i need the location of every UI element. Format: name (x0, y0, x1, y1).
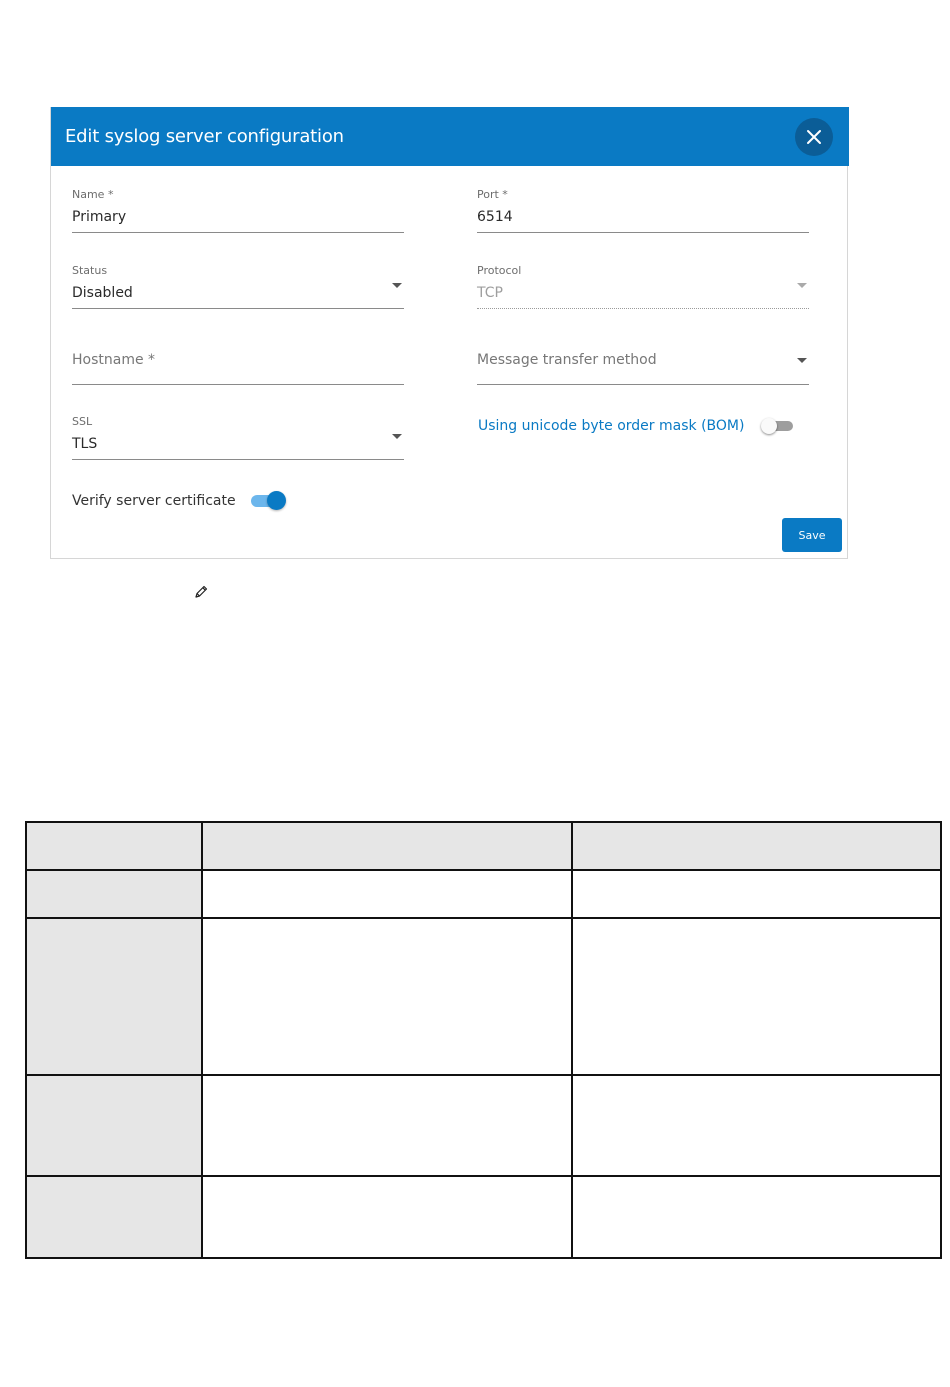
save-button[interactable]: Save (782, 518, 842, 552)
port-value[interactable]: 6514 (477, 208, 513, 226)
status-select[interactable]: Status Disabled (72, 264, 404, 310)
message-transfer-placeholder[interactable]: Message transfer method (477, 351, 657, 369)
close-button[interactable] (795, 118, 833, 156)
protocol-value: TCP (477, 285, 503, 301)
bom-toggle-knob (761, 418, 777, 434)
port-label: Port * (477, 188, 508, 201)
reference-table (25, 821, 942, 1259)
table-cell (201, 1175, 573, 1259)
bom-toggle-label[interactable]: Using unicode byte order mask (BOM) (478, 417, 744, 435)
message-transfer-underline (477, 384, 809, 385)
protocol-label: Protocol (477, 264, 522, 277)
hostname-underline (72, 384, 404, 385)
table-row (25, 1175, 942, 1259)
table-cell (201, 917, 573, 1076)
ssl-chevron-down-icon[interactable] (392, 434, 402, 439)
table-cell (571, 1175, 942, 1259)
table-cell (571, 917, 942, 1076)
table-cell (25, 1175, 203, 1259)
dialog-title: Edit syslog server configuration (65, 126, 344, 147)
ssl-underline (72, 459, 404, 460)
table-cell (201, 869, 573, 919)
protocol-select: Protocol TCP (477, 264, 809, 310)
status-label: Status (72, 264, 108, 277)
table-header-cell (25, 821, 203, 871)
status-value[interactable]: Disabled (72, 284, 133, 302)
name-field[interactable]: Name * Primary (72, 188, 404, 234)
bom-toggle[interactable] (761, 418, 795, 434)
close-icon (807, 130, 821, 144)
status-underline (72, 308, 404, 309)
table-header-cell (201, 821, 573, 871)
table-cell (571, 869, 942, 919)
name-value[interactable]: Primary (72, 208, 126, 226)
hostname-input[interactable]: Hostname * (72, 340, 404, 386)
port-underline (477, 232, 809, 233)
table-cell (201, 1074, 573, 1177)
port-field[interactable]: Port * 6514 (477, 188, 809, 234)
table-header-row (25, 821, 942, 871)
table-row (25, 869, 942, 919)
table-header-cell (571, 821, 942, 871)
table-cell (25, 1074, 203, 1177)
table-row (25, 917, 942, 1076)
table-row (25, 1074, 942, 1177)
syslog-config-dialog: Edit syslog server configuration Name * … (50, 107, 849, 559)
table-cell (25, 917, 203, 1076)
ssl-select[interactable]: SSL TLS (72, 415, 404, 461)
name-underline (72, 232, 404, 233)
ssl-value[interactable]: TLS (72, 435, 97, 453)
table-cell (25, 869, 203, 919)
protocol-underline (477, 308, 809, 309)
dialog-header: Edit syslog server configuration (51, 107, 849, 166)
verify-toggle-knob (267, 491, 286, 510)
protocol-chevron-down-icon (797, 283, 807, 288)
table-cell (571, 1074, 942, 1177)
status-chevron-down-icon[interactable] (392, 283, 402, 288)
ssl-label: SSL (72, 415, 93, 428)
name-label: Name * (72, 188, 114, 201)
verify-certificate-toggle[interactable] (249, 491, 287, 511)
message-transfer-select[interactable]: Message transfer method (477, 340, 809, 386)
pencil-icon[interactable] (193, 584, 209, 600)
hostname-placeholder[interactable]: Hostname * (72, 351, 155, 369)
verify-certificate-label: Verify server certificate (72, 493, 236, 509)
message-transfer-chevron-down-icon[interactable] (797, 358, 807, 363)
